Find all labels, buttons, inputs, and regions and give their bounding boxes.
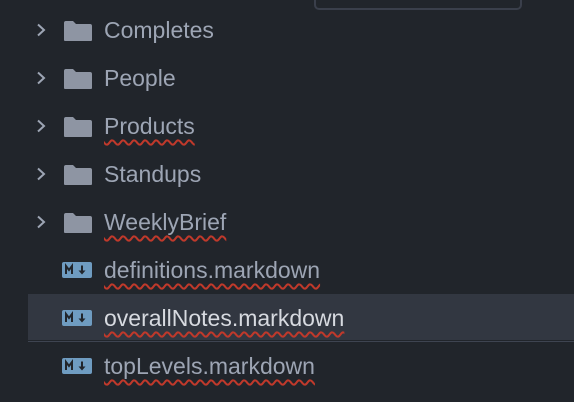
folder-icon [64,213,92,233]
markdown-file-icon [62,358,92,374]
tree-item-people-folder[interactable]: People [0,54,574,102]
chevron-right-icon[interactable] [34,167,48,181]
tree-item-label: topLevels.markdown [104,353,315,379]
folder-icon [64,165,92,185]
chevron-right-icon[interactable] [34,119,48,133]
tree-item-completes-folder[interactable]: Completes [0,6,574,54]
tree-item-products-folder[interactable]: Products [0,102,574,150]
tree-item-overallnotes-file[interactable]: overallNotes.markdown [0,294,574,342]
tree-item-definitions-file[interactable]: definitions.markdown [0,246,574,294]
tree-item-toplevels-file[interactable]: topLevels.markdown [0,342,574,390]
tree-item-label: Completes [104,17,214,43]
chevron-right-icon[interactable] [34,23,48,37]
markdown-file-icon [62,310,92,326]
chevron-right-icon[interactable] [34,215,48,229]
folder-icon [64,69,92,89]
folder-icon [64,117,92,137]
tree-item-label: overallNotes.markdown [104,305,345,331]
tree-item-label: Products [104,113,195,139]
tree-item-label: People [104,65,176,91]
folder-icon [64,21,92,41]
file-tree: Completes People Products Standups Weekl… [0,6,574,390]
tree-item-label: WeeklyBrief [104,209,227,235]
tree-item-label: Standups [104,161,202,187]
tree-item-weeklybrief-folder[interactable]: WeeklyBrief [0,198,574,246]
chevron-right-icon[interactable] [34,71,48,85]
markdown-file-icon [62,262,92,278]
tree-item-standups-folder[interactable]: Standups [0,150,574,198]
tree-item-label: definitions.markdown [104,257,321,283]
